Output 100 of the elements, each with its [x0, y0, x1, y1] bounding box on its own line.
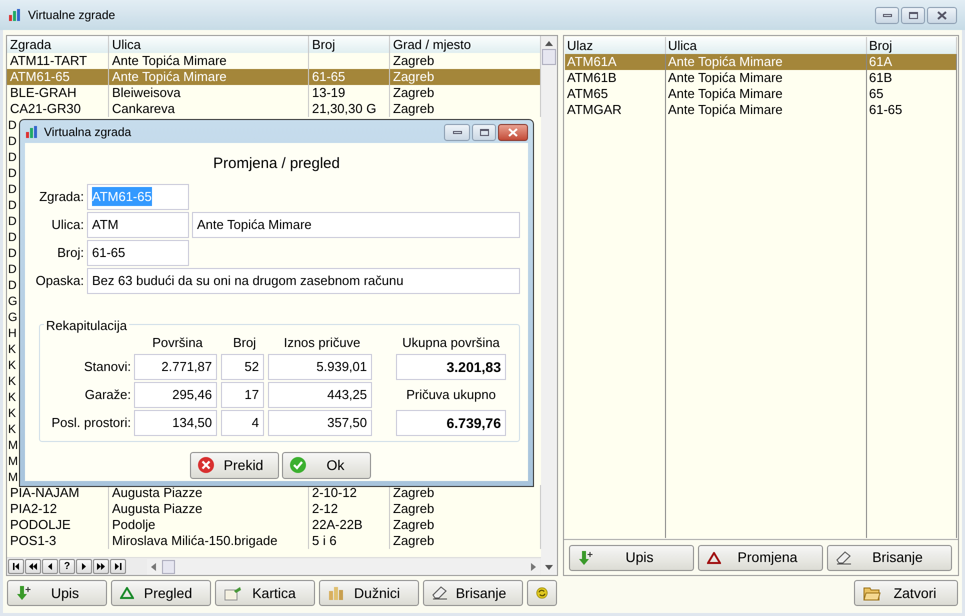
toolbar-button[interactable]: Kartica [215, 580, 315, 606]
refresh-button[interactable] [527, 580, 557, 606]
table-cell[interactable]: K [7, 357, 16, 373]
toolbar-button[interactable]: Pregled [111, 580, 211, 606]
value-field[interactable]: 357,50 [268, 410, 372, 436]
value-field[interactable]: 4 [221, 410, 264, 436]
table-cell[interactable]: D [7, 197, 17, 213]
table-cell: ATM61-65 [10, 69, 70, 84]
table-cell: Zagreb [393, 69, 434, 84]
toolbar-button[interactable]: Brisanje [423, 580, 523, 606]
toolbar-button[interactable]: Dužnici [319, 580, 419, 606]
maximize-button[interactable] [901, 6, 925, 24]
value-field[interactable]: 295,46 [134, 382, 217, 408]
table-cell: ATM61B [567, 70, 617, 85]
toolbar-button[interactable]: Upis [569, 544, 694, 570]
pager-button[interactable]: ? [59, 559, 75, 574]
pager-button[interactable] [42, 559, 58, 574]
table-cell[interactable]: K [7, 421, 16, 437]
left-arrow-icon[interactable] [151, 562, 156, 570]
dialog-button[interactable]: Prekid [190, 452, 279, 478]
table-cell[interactable]: G [7, 293, 18, 309]
dialog-button[interactable]: Ok [282, 452, 371, 478]
input-field[interactable]: Bez 63 budući da su oni na drugom zasebnom računu [87, 268, 520, 294]
minimize-icon [882, 14, 892, 16]
table-cell: Zagreb [393, 85, 434, 100]
table-cell: ATM11-TART [10, 53, 88, 68]
table-cell: PIA-NAJAM [10, 485, 80, 500]
table-cell[interactable]: D [7, 117, 17, 133]
close-button[interactable]: Zatvori [854, 580, 958, 606]
close-button[interactable] [498, 124, 528, 140]
table-cell: Augusta Piazze [112, 485, 202, 500]
close-icon [937, 10, 947, 20]
table-cell: 65 [869, 86, 884, 101]
down-arrow-plus-icon [578, 550, 594, 566]
minimize-icon [452, 130, 462, 134]
table-cell[interactable]: D [7, 261, 17, 277]
close-icon [508, 128, 518, 136]
table-cell[interactable]: K [7, 405, 16, 421]
table-cell[interactable]: M [7, 437, 18, 453]
input-field[interactable]: 61-65 [87, 240, 189, 266]
pager-button[interactable] [25, 559, 41, 574]
column-header[interactable]: Ulica [109, 36, 309, 53]
check-icon [289, 456, 307, 474]
value-field[interactable]: 2.771,87 [134, 354, 217, 380]
input-field[interactable]: Ante Topića Mimare [192, 212, 520, 238]
pager-button[interactable] [93, 559, 109, 574]
table-cell[interactable]: K [7, 373, 16, 389]
value-field[interactable]: 134,50 [134, 410, 217, 436]
horizontal-scrollbar[interactable] [147, 558, 540, 574]
value-field[interactable]: 443,25 [268, 382, 372, 408]
table-cell[interactable]: D [7, 165, 17, 181]
column-header[interactable]: Zgrada [7, 36, 109, 53]
table-cell: 2-12 [312, 501, 338, 516]
table-row[interactable]: ATM65 Ante Topića Mimare 65 [565, 86, 957, 102]
right-arrow-icon[interactable] [531, 562, 536, 570]
minimize-button[interactable] [875, 6, 899, 24]
table-cell[interactable]: D [7, 213, 17, 229]
table-cell[interactable]: M [7, 453, 18, 469]
maximize-button[interactable] [472, 124, 496, 140]
down-arrow-icon[interactable] [545, 565, 553, 570]
toolbar-button[interactable]: Promjena [698, 544, 823, 570]
toolbar-button[interactable]: Brisanje [827, 544, 952, 570]
table-cell[interactable]: D [7, 277, 17, 293]
table-cell[interactable]: D [7, 229, 17, 245]
table-cell: Podolje [112, 517, 156, 532]
dialog-title: Virtualna zgrada [44, 124, 132, 141]
field-label: Opaska: [34, 272, 84, 290]
field-label: Broj: [56, 244, 84, 262]
table-row[interactable]: ATM61B Ante Topića Mimare 61B [565, 70, 957, 86]
table-cell[interactable]: K [7, 389, 16, 405]
value-field[interactable]: 17 [221, 382, 264, 408]
minimize-button[interactable] [444, 124, 470, 140]
pager-button[interactable] [110, 559, 126, 574]
up-arrow-icon[interactable] [545, 41, 553, 46]
triangle-icon [707, 552, 721, 564]
table-cell[interactable]: D [7, 133, 17, 149]
table-cell[interactable]: M [7, 469, 18, 485]
value-field[interactable]: 5.939,01 [268, 354, 372, 380]
table-row[interactable]: ATMGAR Ante Topića Mimare 61-65 [565, 102, 957, 118]
column-header[interactable]: Broj [309, 36, 390, 53]
table-cell[interactable]: D [7, 245, 17, 261]
table-cell[interactable]: K [7, 341, 16, 357]
value-field[interactable]: 52 [221, 354, 264, 380]
total-label: Ukupna površina [401, 334, 501, 352]
vertical-scrollbar[interactable] [541, 36, 557, 575]
close-button[interactable] [927, 6, 957, 24]
table-cell: Zagreb [393, 53, 434, 68]
scrollbar-thumb[interactable] [162, 560, 175, 574]
pager-button[interactable] [8, 559, 24, 574]
scrollbar-thumb[interactable] [542, 49, 556, 65]
table-cell: 61-65 [312, 69, 346, 84]
toolbar-button[interactable]: Upis [7, 580, 107, 606]
table-cell[interactable]: G [7, 309, 18, 325]
table-cell[interactable]: H [7, 325, 17, 341]
column-header: Broj [232, 334, 258, 352]
pager-button[interactable] [76, 559, 92, 574]
table-cell: 21,30,30 G [312, 101, 376, 116]
input-field[interactable]: ATM [87, 212, 189, 238]
table-cell[interactable]: D [7, 149, 17, 165]
table-cell[interactable]: D [7, 181, 17, 197]
